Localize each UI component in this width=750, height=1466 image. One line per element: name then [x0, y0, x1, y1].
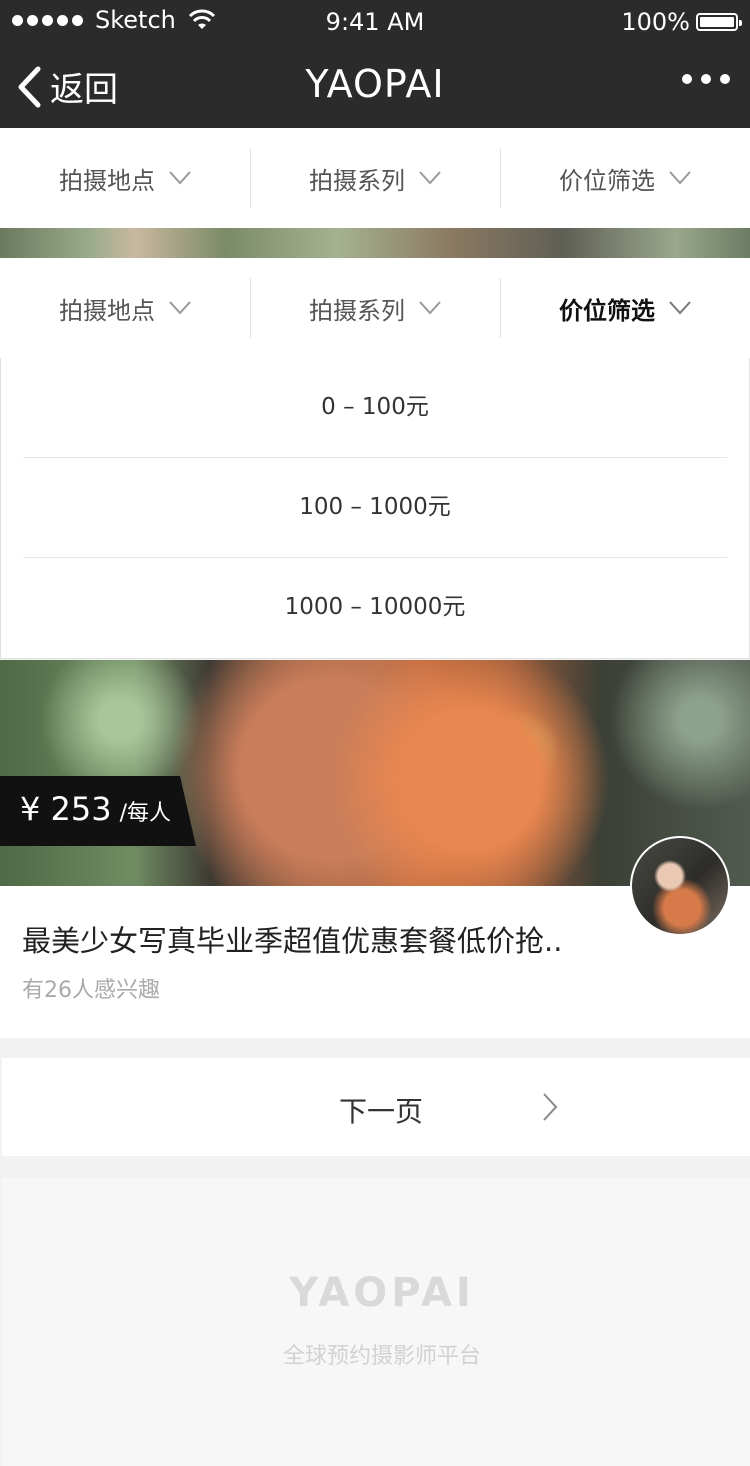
filter-series[interactable]: 拍摄系列	[250, 128, 500, 228]
chevron-down-icon	[669, 171, 691, 185]
filter-location-label: 拍摄地点	[59, 296, 155, 325]
filter-price-label: 价位筛选	[559, 296, 655, 325]
filter-price-label: 价位筛选	[559, 166, 655, 195]
chevron-down-icon	[669, 301, 691, 315]
filter-bar-sticky: 拍摄地点 拍摄系列 价位筛选	[0, 258, 750, 358]
banner-image-strip	[0, 228, 750, 258]
battery-percent: 100%	[621, 8, 690, 36]
chevron-down-icon	[169, 171, 191, 185]
price-unit: /每人	[119, 801, 172, 826]
more-options-icon[interactable]	[682, 74, 730, 84]
footer: YAOPAI 全球预约摄影师平台	[2, 1178, 750, 1466]
filter-price[interactable]: 价位筛选	[500, 128, 750, 228]
chevron-down-icon	[169, 301, 191, 315]
filter-series-label: 拍摄系列	[309, 166, 405, 195]
filter-location-label: 拍摄地点	[59, 166, 155, 195]
filter-location[interactable]: 拍摄地点	[0, 258, 250, 358]
interest-count: 有26人感兴趣	[22, 978, 160, 1003]
battery-icon	[696, 13, 742, 31]
price-option[interactable]: 1000 – 10000元	[23, 558, 727, 657]
filter-series-label: 拍摄系列	[309, 296, 405, 325]
navigation-bar: 返回 YAOPAI	[0, 44, 750, 128]
status-bar: Sketch 9:41 AM 100%	[0, 0, 750, 44]
chevron-down-icon	[419, 301, 441, 315]
price-dropdown: 0 – 100元 100 – 1000元 1000 – 10000元	[0, 358, 750, 659]
price-amount: ¥ 253	[20, 790, 112, 828]
price-tag: ¥ 253 /每人	[0, 776, 196, 846]
chevron-right-icon	[543, 1093, 558, 1121]
footer-logo: YAOPAI	[289, 1270, 475, 1316]
chevron-down-icon	[419, 171, 441, 185]
price-option[interactable]: 100 – 1000元	[23, 458, 727, 558]
filter-bar: 拍摄地点 拍摄系列 价位筛选	[0, 128, 750, 228]
page-title: YAOPAI	[305, 62, 445, 106]
next-page-label: 下一页	[338, 1095, 423, 1128]
battery-indicator: 100%	[621, 8, 742, 36]
price-option[interactable]: 0 – 100元	[23, 358, 727, 458]
footer-tagline: 全球预约摄影师平台	[282, 1344, 481, 1369]
card-title: 最美少女写真毕业季超值优惠套餐低价抢..	[22, 924, 563, 958]
next-page-button[interactable]: 下一页	[2, 1058, 750, 1156]
filter-series[interactable]: 拍摄系列	[250, 258, 500, 358]
filter-price-active[interactable]: 价位筛选	[500, 258, 750, 358]
card-cover-image[interactable]	[0, 660, 750, 886]
photographer-avatar[interactable]	[630, 836, 730, 936]
filter-location[interactable]: 拍摄地点	[0, 128, 250, 228]
